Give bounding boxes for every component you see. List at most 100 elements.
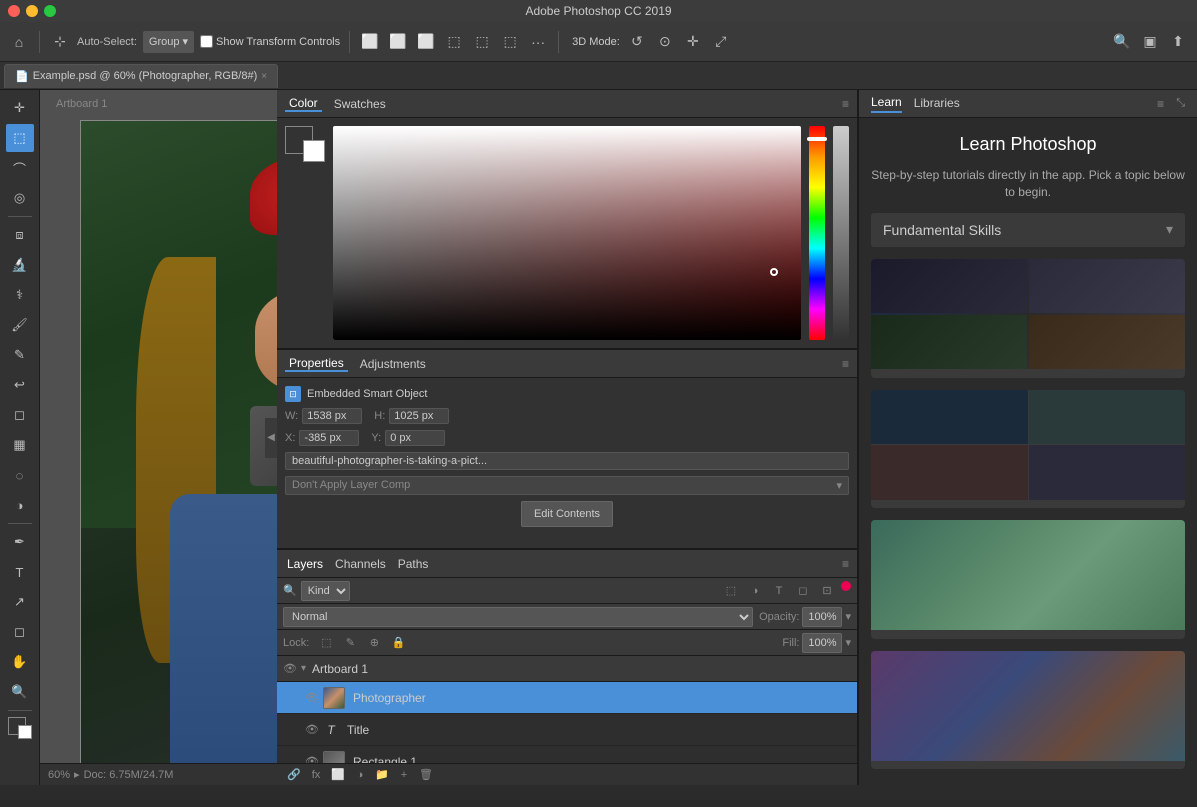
canvas-area[interactable]: ◀ Artboard 1 [40,90,277,785]
align-center-icon[interactable]: ⬜ [387,31,409,53]
path-select-tool[interactable]: ↗ [6,588,34,616]
more-icon[interactable]: ··· [527,31,549,53]
scale-3d-icon[interactable]: ⤢ [710,31,732,53]
show-transform-checkbox[interactable] [200,35,213,48]
tutorial-card-mask[interactable]: Use a layer mask to add an object to an … [871,651,1185,769]
properties-panel-menu-icon[interactable]: ≡ [842,357,849,371]
fill-input[interactable] [802,633,842,653]
lasso-tool[interactable]: ⌒ [6,154,34,182]
color-panel-menu-icon[interactable]: ≡ [842,97,849,111]
layer-visibility-icon-1[interactable]: 👁 [305,691,319,705]
distribute-icon[interactable]: ⬚ [443,31,465,53]
lock-brush-button[interactable]: ✎ [341,634,359,652]
tutorial-card-select[interactable]: Select part of an image [871,520,1185,638]
hand-tool[interactable]: ✋ [6,648,34,676]
text-tool[interactable]: T [6,558,34,586]
rotate-3d-icon[interactable]: ↺ [626,31,648,53]
layer-comp-row[interactable]: Don't Apply Layer Comp ▾ [285,476,849,495]
dodge-tool[interactable]: ◑ [6,491,34,519]
lock-all-button[interactable]: 🔒 [389,634,407,652]
fundamental-skills-row[interactable]: Fundamental Skills ▾ [871,213,1185,248]
layer-visibility-icon-2[interactable]: 👁 [305,723,319,737]
orbit-3d-icon[interactable]: ⊙ [654,31,676,53]
add-mask-button[interactable]: ⬜ [329,766,347,784]
edit-contents-button[interactable]: Edit Contents [521,501,613,527]
color-chips[interactable] [6,715,34,739]
pen-tool[interactable]: ✒ [6,528,34,556]
tutorial-card-layers[interactable]: Work with multiple layers [871,390,1185,508]
marquee-tool[interactable]: ⬚ [6,124,34,152]
minimize-button[interactable] [26,5,38,17]
blend-mode-select[interactable]: Normal [283,607,753,627]
history-brush-tool[interactable]: ↩ [6,371,34,399]
search-icon[interactable]: 🔍 [1111,31,1133,53]
quick-select-tool[interactable]: ◎ [6,184,34,212]
filter-shape-icon[interactable]: ◻ [793,581,813,601]
layer-visibility-icon-3[interactable]: 👁 [305,755,319,764]
tab-channels[interactable]: Channels [333,557,388,571]
blur-tool[interactable]: ◌ [6,461,34,489]
tab-properties[interactable]: Properties [285,356,348,372]
share-icon[interactable]: ⬆ [1167,31,1189,53]
color-spectrum[interactable] [333,126,801,340]
layout-icon[interactable]: ▣ [1139,31,1161,53]
hue-marker[interactable] [807,137,827,141]
lock-pixels-button[interactable]: ⬚ [317,634,335,652]
filter-type-icon[interactable]: T [769,581,789,601]
panel-collapse-handle[interactable]: ◀ [265,418,277,458]
opacity-stepper[interactable]: ▾ [845,610,851,623]
tab-swatches[interactable]: Swatches [330,97,390,111]
eyedropper-tool[interactable]: 🔬 [6,251,34,279]
tab-learn[interactable]: Learn [871,95,902,113]
fill-stepper[interactable]: ▾ [845,636,851,649]
tab-layers[interactable]: Layers [285,557,325,571]
hue-slider[interactable] [809,126,825,340]
move-tool-icon[interactable]: ⊹ [49,31,71,53]
filter-select[interactable]: Kind [301,581,350,601]
close-button[interactable] [8,5,20,17]
document-tab[interactable]: 📄 Example.psd @ 60% (Photographer, RGB/8… [4,64,278,88]
align-right-icon[interactable]: ⬜ [415,31,437,53]
filter-smart-icon[interactable]: ⊡ [817,581,837,601]
add-group-button[interactable]: 📁 [373,766,391,784]
tab-paths[interactable]: Paths [396,557,431,571]
delete-layer-button[interactable]: 🗑 [417,766,435,784]
gradient-tool[interactable]: ▦ [6,431,34,459]
tab-libraries[interactable]: Libraries [914,96,960,112]
color-spectrum-area[interactable] [333,126,801,340]
show-transform-wrap[interactable]: Show Transform Controls [200,35,340,48]
lock-move-button[interactable]: ⊕ [365,634,383,652]
align-left-icon[interactable]: ⬜ [359,31,381,53]
artboard-expand-icon[interactable]: ▾ [301,663,306,674]
learn-panel-expand-icon[interactable]: ⤡ [1176,97,1185,110]
add-layer-button[interactable]: + [395,766,413,784]
shape-tool[interactable]: ◻ [6,618,34,646]
background-color[interactable] [18,725,32,739]
artboard-visibility-icon[interactable]: 👁 [283,662,297,676]
brush-tool[interactable]: 🖌 [6,311,34,339]
layer-row[interactable]: 👁 Photographer [277,682,857,714]
move-tool[interactable]: ✛ [6,94,34,122]
opacity-input[interactable] [802,607,842,627]
link-layers-button[interactable]: 🔗 [285,766,303,784]
alpha-slider[interactable] [833,126,849,340]
learn-panel-menu-icon[interactable]: ≡ [1157,97,1164,111]
distribute-h-icon[interactable]: ⬚ [499,31,521,53]
filter-adjustment-icon[interactable]: ◑ [745,581,765,601]
eraser-tool[interactable]: ◻ [6,401,34,429]
skills-chevron-icon[interactable]: ▾ [1166,221,1173,238]
home-icon[interactable]: ⌂ [8,31,30,53]
distribute-v-icon[interactable]: ⬚ [471,31,493,53]
layer-row-title[interactable]: 👁 T Title [277,714,857,746]
tab-adjustments[interactable]: Adjustments [356,357,430,371]
layers-panel-menu-icon[interactable]: ≡ [842,557,849,571]
zoom-tool[interactable]: 🔍 [6,678,34,706]
background-color-chip[interactable] [303,140,325,162]
layer-row-rectangle[interactable]: 👁 Rectangle 1 [277,746,857,763]
fg-bg-colors[interactable] [285,126,325,162]
color-spectrum-marker[interactable] [770,268,778,276]
tab-color[interactable]: Color [285,96,322,112]
healing-brush-tool[interactable]: ⚕ [6,281,34,309]
group-button[interactable]: Group ▾ [143,31,194,53]
filter-pixel-icon[interactable]: ⬚ [721,581,741,601]
